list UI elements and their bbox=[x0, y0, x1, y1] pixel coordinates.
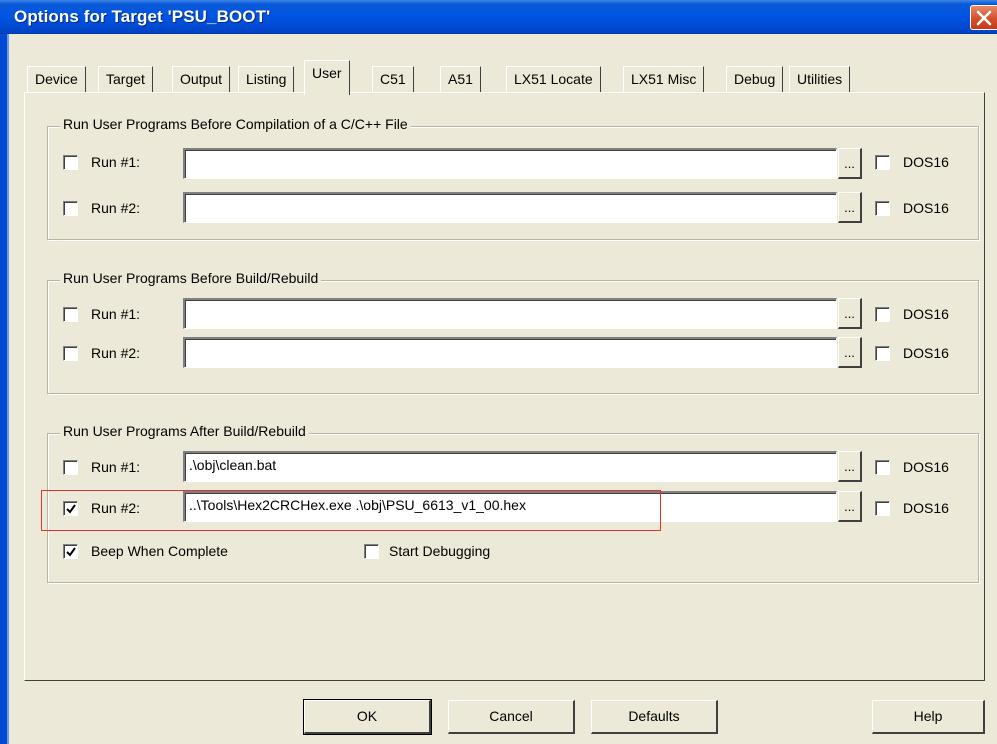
tab-user[interactable]: User bbox=[304, 60, 350, 95]
checkmark-icon bbox=[66, 547, 76, 557]
run2-command-field[interactable] bbox=[183, 192, 837, 223]
run1-command-field[interactable] bbox=[183, 298, 837, 329]
dos16-label: DOS16 bbox=[903, 459, 949, 475]
run1-label: Run #1: bbox=[91, 306, 141, 322]
run1-label: Run #1: bbox=[91, 154, 141, 170]
title-bar: Options for Target 'PSU_BOOT' bbox=[0, 0, 997, 34]
group-title: Run User Programs Before Compilation of … bbox=[60, 116, 411, 132]
tab-c51[interactable]: C51 bbox=[372, 66, 414, 93]
dos16-label: DOS16 bbox=[903, 345, 949, 361]
run1-dos16-checkbox[interactable] bbox=[875, 155, 890, 170]
run1-checkbox[interactable] bbox=[63, 460, 78, 475]
tab-utilities[interactable]: Utilities bbox=[789, 66, 851, 93]
dos16-label: DOS16 bbox=[903, 154, 949, 170]
start-debugging-label: Start Debugging bbox=[389, 543, 491, 559]
close-button[interactable] bbox=[970, 5, 997, 30]
tab-lx51-locate[interactable]: LX51 Locate bbox=[506, 66, 601, 93]
tab-target[interactable]: Target bbox=[98, 66, 153, 93]
run1-browse-button[interactable]: ... bbox=[838, 298, 862, 329]
run2-dos16-checkbox[interactable] bbox=[875, 346, 890, 361]
tab-a51[interactable]: A51 bbox=[440, 66, 481, 93]
run1-checkbox[interactable] bbox=[63, 155, 78, 170]
beep-checkbox[interactable] bbox=[63, 544, 78, 559]
tab-debug[interactable]: Debug bbox=[726, 66, 784, 93]
run1-command-field[interactable] bbox=[183, 148, 837, 179]
ok-button[interactable]: OK bbox=[303, 699, 432, 735]
run1-browse-button[interactable]: ... bbox=[838, 148, 862, 179]
group-title: Run User Programs After Build/Rebuild bbox=[60, 423, 309, 439]
run1-dos16-checkbox[interactable] bbox=[875, 460, 890, 475]
run2-browse-button[interactable]: ... bbox=[838, 192, 862, 223]
dos16-label: DOS16 bbox=[903, 306, 949, 322]
run1-label: Run #1: bbox=[91, 459, 141, 475]
run2-checkbox[interactable] bbox=[63, 346, 78, 361]
run2-command-field[interactable] bbox=[183, 337, 837, 368]
tab-lx51-misc[interactable]: LX51 Misc bbox=[623, 66, 705, 93]
defaults-button[interactable]: Defaults bbox=[591, 700, 718, 734]
tab-output[interactable]: Output bbox=[172, 66, 231, 93]
run1-command-field[interactable]: .\obj\clean.bat bbox=[183, 451, 837, 482]
window-frame bbox=[0, 34, 9, 744]
run1-browse-button[interactable]: ... bbox=[838, 451, 862, 482]
dos16-label: DOS16 bbox=[903, 500, 949, 516]
tab-device[interactable]: Device bbox=[27, 66, 86, 93]
run2-label: Run #2: bbox=[91, 200, 141, 216]
run2-browse-button[interactable]: ... bbox=[838, 337, 862, 368]
window-title: Options for Target 'PSU_BOOT' bbox=[14, 7, 271, 26]
run2-dos16-checkbox[interactable] bbox=[875, 501, 890, 516]
close-icon bbox=[976, 10, 992, 26]
help-button[interactable]: Help bbox=[872, 700, 985, 734]
run2-label: Run #2: bbox=[91, 345, 141, 361]
run1-checkbox[interactable] bbox=[63, 307, 78, 322]
dos16-label: DOS16 bbox=[903, 200, 949, 216]
run2-checkbox[interactable] bbox=[63, 201, 78, 216]
group-title: Run User Programs Before Build/Rebuild bbox=[60, 270, 322, 286]
run1-dos16-checkbox[interactable] bbox=[875, 307, 890, 322]
run2-browse-button[interactable]: ... bbox=[838, 491, 862, 522]
run2-dos16-checkbox[interactable] bbox=[875, 201, 890, 216]
cancel-button[interactable]: Cancel bbox=[448, 700, 575, 734]
beep-label: Beep When Complete bbox=[91, 543, 228, 559]
highlight-box bbox=[41, 490, 661, 531]
tab-listing[interactable]: Listing bbox=[238, 66, 295, 93]
start-debugging-checkbox[interactable] bbox=[364, 544, 379, 559]
